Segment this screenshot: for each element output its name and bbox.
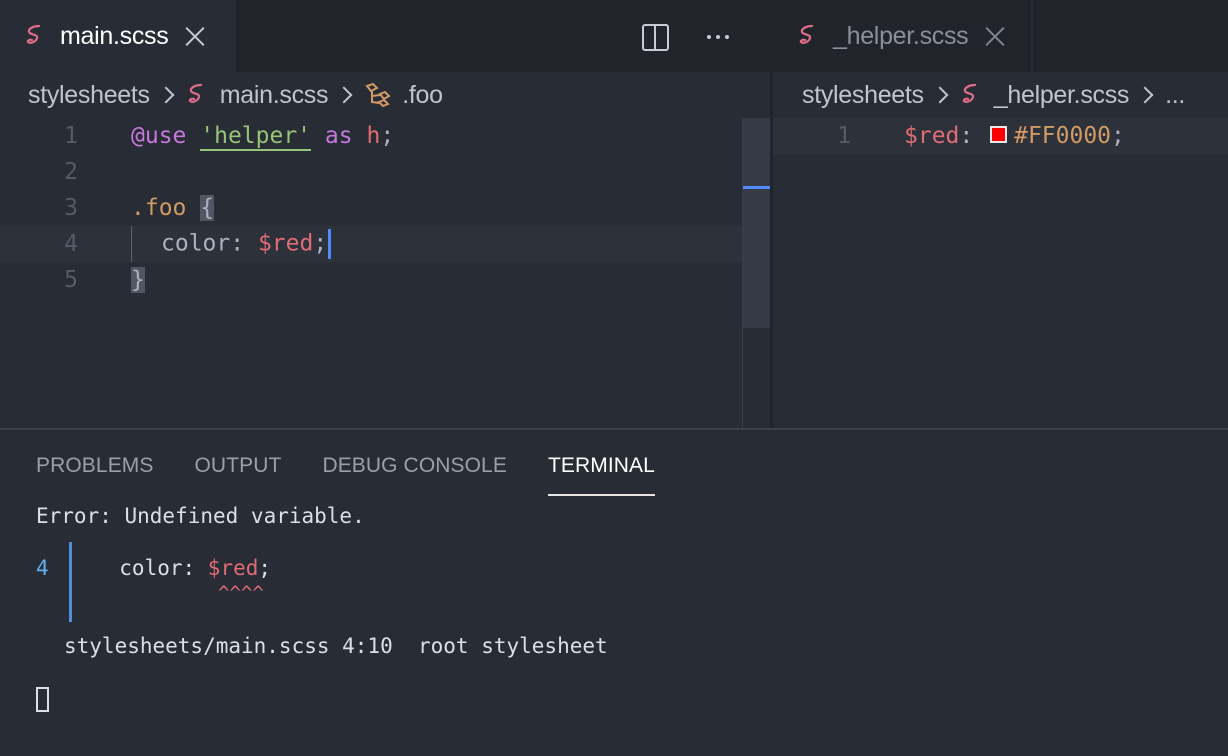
terminal-cursor — [36, 686, 49, 712]
editor-group-right: _helper.scss stylesheets _helper.scss ..… — [773, 0, 1228, 428]
tab-label: main.scss — [60, 21, 169, 50]
split-editor-icon — [641, 23, 669, 51]
panel-tabs: PROBLEMS OUTPUT DEBUG CONSOLE TERMINAL — [36, 454, 696, 496]
text-cursor — [328, 229, 332, 259]
bottom-panel: PROBLEMS OUTPUT DEBUG CONSOLE TERMINAL E… — [0, 428, 1228, 756]
terminal-line-number: 4 — [36, 556, 49, 580]
tab-bar: main.scss — [0, 0, 770, 72]
line-number: 4 — [64, 231, 78, 257]
tab-debug-console[interactable]: DEBUG CONSOLE — [322, 454, 507, 496]
sass-file-icon — [188, 83, 202, 103]
editor-group-left: main.scss stylesheets main.scss .foo 1 @… — [0, 0, 770, 428]
code-line-4: 4 color: $red; — [0, 226, 770, 262]
chevron-right-icon — [1136, 86, 1154, 104]
token-use: @use — [131, 123, 187, 149]
color-swatch[interactable] — [990, 126, 1008, 143]
token-namespace: h — [366, 123, 381, 149]
line-number: 1 — [837, 123, 851, 149]
line-number: 3 — [64, 195, 78, 221]
chevron-right-icon — [335, 86, 353, 104]
token-variable: $red — [257, 230, 314, 257]
breadcrumb-file[interactable]: main.scss — [220, 81, 329, 110]
close-icon[interactable] — [184, 25, 206, 47]
code-editor-left[interactable]: 1 @use 'helper' as h; 2 3 .foo { 4 color… — [0, 118, 770, 428]
bracket-open: { — [200, 195, 215, 221]
editor-scrollbar[interactable] — [742, 118, 770, 428]
scroll-thumb[interactable] — [743, 118, 770, 328]
terminal-location: stylesheets/main.scss 4:10 root styleshe… — [64, 634, 608, 658]
sass-file-icon — [26, 24, 41, 44]
code-line-3: 3 .foo { — [0, 190, 770, 226]
breadcrumb: stylesheets _helper.scss ... — [773, 72, 1228, 118]
symbol-class-icon — [365, 82, 391, 108]
tab-separator — [1031, 0, 1033, 72]
breadcrumb-symbol[interactable]: .foo — [402, 81, 443, 110]
tab-main-scss[interactable]: main.scss — [0, 0, 236, 72]
breadcrumb-folder[interactable]: stylesheets — [802, 81, 924, 110]
tab-output[interactable]: OUTPUT — [195, 454, 282, 496]
code-editor-right[interactable]: 1 $red: #FF0000; — [773, 118, 1228, 428]
tab-bar: _helper.scss — [773, 0, 1228, 72]
line-number: 1 — [64, 123, 78, 149]
more-actions-button[interactable] — [703, 22, 733, 52]
breadcrumb-file[interactable]: _helper.scss — [994, 81, 1130, 110]
sass-file-icon — [799, 24, 814, 44]
more-actions-icon — [707, 35, 729, 39]
line-number: 5 — [64, 267, 78, 293]
split-editor-button[interactable] — [640, 22, 670, 52]
terminal-error-carets: ^^^^ — [218, 582, 264, 604]
terminal-error-message: Error: Undefined variable. — [36, 504, 365, 528]
tab-helper-scss[interactable]: _helper.scss — [773, 0, 1031, 72]
bracket-close: } — [131, 267, 145, 293]
code-line-2: 2 — [0, 154, 770, 190]
breadcrumb-folder[interactable]: stylesheets — [28, 81, 150, 110]
chevron-right-icon — [931, 86, 949, 104]
token-selector: .foo — [131, 195, 187, 221]
code-line-1: 1 @use 'helper' as h; — [0, 118, 770, 154]
tab-terminal[interactable]: TERMINAL — [547, 454, 655, 496]
sass-file-icon — [962, 83, 976, 103]
tab-problems[interactable]: PROBLEMS — [36, 454, 154, 496]
close-icon[interactable] — [984, 25, 1006, 47]
terminal[interactable]: Error: Undefined variable. 4 color: $red… — [0, 496, 1228, 756]
terminal-gutter — [69, 542, 72, 622]
tab-label: _helper.scss — [833, 21, 969, 50]
token-string: 'helper' — [200, 123, 312, 151]
chevron-right-icon — [157, 86, 175, 104]
token-as: as — [324, 123, 353, 149]
token-property: color: — [161, 230, 258, 257]
indent-guide — [131, 226, 132, 262]
breadcrumb: stylesheets main.scss .foo — [0, 72, 770, 118]
token-color-value: #FF0000 — [1014, 123, 1112, 149]
line-number: 2 — [64, 159, 78, 185]
terminal-code-line: color: $red; — [94, 556, 272, 580]
breadcrumb-more[interactable]: ... — [1165, 81, 1185, 110]
scroll-cursor-marker — [743, 186, 770, 189]
code-line-5: 5 } — [0, 262, 770, 298]
token-variable: $red — [904, 123, 960, 149]
code-line-1: 1 $red: #FF0000; — [773, 118, 1228, 154]
